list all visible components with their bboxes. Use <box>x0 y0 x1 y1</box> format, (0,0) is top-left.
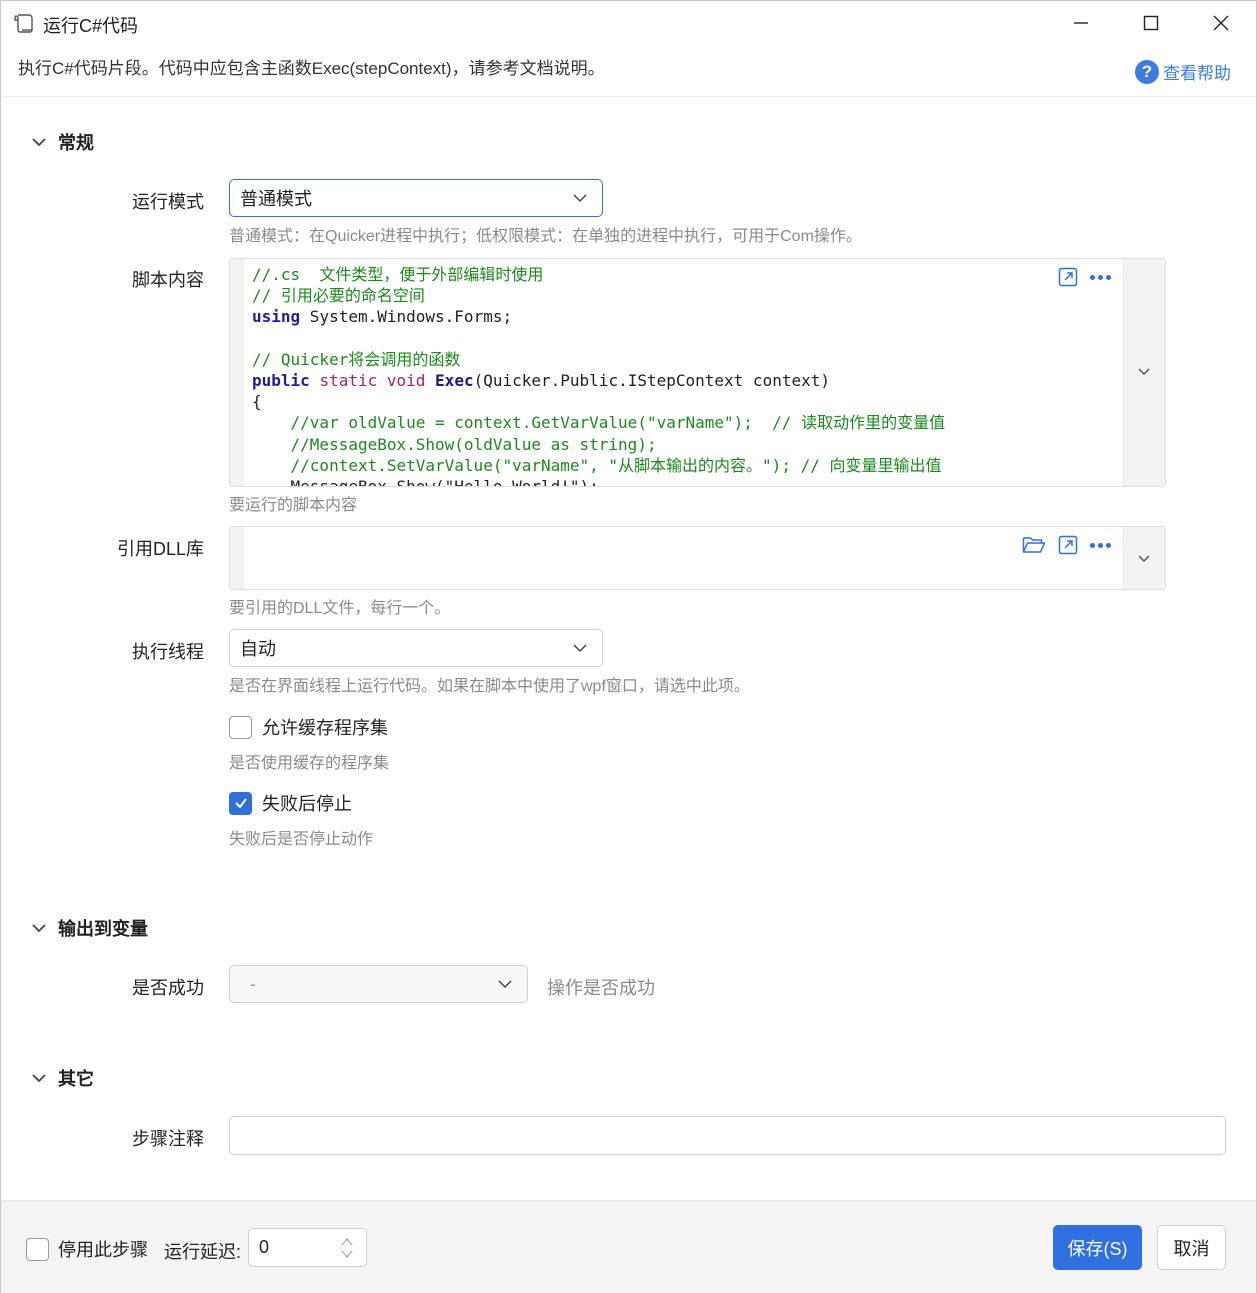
help-label: 查看帮助 <box>1163 64 1231 83</box>
code-line-2: // 引用必要的命名空间 <box>252 286 425 306</box>
editor-expand-panel[interactable] <box>1123 259 1165 486</box>
folder-open-icon[interactable] <box>1022 535 1046 555</box>
code-line-5: // Quicker将会调用的函数 <box>252 349 461 369</box>
cache-checkbox-row[interactable]: 允许缓存程序集 <box>229 714 388 740</box>
spinner-arrows-icon[interactable] <box>340 1235 354 1261</box>
chevron-down-icon <box>573 644 587 653</box>
dll-gutter <box>230 527 244 589</box>
editor-gutter <box>230 259 244 486</box>
code-line-6: public static void Exec(Quicker.Public.I… <box>252 371 830 391</box>
action-description: 执行C#代码片段。代码中应包含主函数Exec(stepContext)，请参考文… <box>18 59 605 78</box>
code-line-3: using System.Windows.Forms; <box>252 307 513 327</box>
checkmark-icon <box>234 798 247 809</box>
help-link[interactable]: ? 查看帮助 <box>1135 59 1231 84</box>
minimize-button[interactable] <box>1046 1 1116 45</box>
description-bar: 执行C#代码片段。代码中应包含主函数Exec(stepContext)，请参考文… <box>1 45 1256 97</box>
dll-input[interactable] <box>229 526 1166 590</box>
more-options-icon[interactable] <box>1090 542 1111 548</box>
stop-on-fail-row[interactable]: 失败后停止 <box>229 790 352 816</box>
dll-expand-panel[interactable] <box>1123 527 1165 589</box>
thread-label: 执行线程 <box>132 642 204 662</box>
section-other-title: 其它 <box>58 1069 94 1089</box>
run-mode-value: 普通模式 <box>240 189 312 209</box>
chevron-down-icon <box>32 138 46 147</box>
window-title: 运行C#代码 <box>43 16 139 36</box>
minimize-icon <box>1074 22 1088 24</box>
save-button[interactable]: 保存(S) <box>1053 1225 1142 1270</box>
close-icon <box>1213 15 1229 31</box>
success-hint: 操作是否成功 <box>547 978 655 998</box>
script-editor[interactable]: //.cs 文件类型，便于外部编辑时使用 // 引用必要的命名空间 using … <box>229 258 1166 487</box>
run-mode-hint: 普通模式：在Quicker进程中执行；低权限模式：在单独的进程中执行，可用于Co… <box>229 228 862 245</box>
code-line-1: //.cs 文件类型，便于外部编辑时使用 <box>252 265 544 284</box>
stop-on-fail-label: 失败后停止 <box>262 794 352 814</box>
section-output-title: 输出到变量 <box>58 919 148 939</box>
run-mode-label: 运行模式 <box>132 192 204 212</box>
dll-label: 引用DLL库 <box>116 539 204 559</box>
script-label: 脚本内容 <box>132 270 204 290</box>
footer-bar: 停用此步骤 运行延迟: 0 保存(S) 取消 <box>1 1200 1256 1293</box>
success-label: 是否成功 <box>132 978 204 998</box>
chevron-down-icon <box>32 924 46 933</box>
code-line-7: { <box>252 392 262 412</box>
maximize-icon <box>1143 15 1159 31</box>
chevron-down-icon <box>498 980 512 989</box>
chevron-down-icon <box>1138 368 1150 376</box>
delay-label: 运行延迟: <box>164 1242 242 1262</box>
note-input[interactable] <box>229 1116 1226 1155</box>
note-label: 步骤注释 <box>132 1129 204 1149</box>
thread-value: 自动 <box>240 639 276 659</box>
code-line-9: //MessageBox.Show(oldValue as string); <box>252 434 657 454</box>
cache-checkbox[interactable] <box>229 715 252 739</box>
dll-toolbar <box>1022 535 1111 555</box>
script-code[interactable]: //.cs 文件类型，便于外部编辑时使用 // 引用必要的命名空间 using … <box>252 264 946 487</box>
script-toolbar <box>1058 267 1111 287</box>
close-button[interactable] <box>1186 1 1256 45</box>
stop-on-fail-checkbox[interactable] <box>229 791 252 815</box>
section-general-title: 常规 <box>58 133 94 153</box>
open-external-icon[interactable] <box>1058 267 1078 287</box>
script-hint: 要运行的脚本内容 <box>229 497 358 514</box>
thread-select[interactable]: 自动 <box>229 629 603 667</box>
code-line-10: //context.SetVarValue("varName", "从脚本输出的… <box>252 455 942 475</box>
disable-step-label: 停用此步骤 <box>58 1240 148 1260</box>
open-external-icon[interactable] <box>1058 535 1078 555</box>
section-other-header[interactable]: 其它 <box>30 1065 94 1091</box>
cancel-button[interactable]: 取消 <box>1157 1225 1226 1270</box>
title-bar: 运行C#代码 <box>1 1 1256 45</box>
dialog-window: 运行C#代码 执行C#代码片段。代码中应包含主函数Exec(stepContex… <box>0 0 1257 1293</box>
maximize-button[interactable] <box>1116 1 1186 45</box>
code-line-11: MessageBox.Show("Hello World!"); <box>252 477 599 487</box>
chevron-down-icon <box>32 1074 46 1083</box>
disable-step-checkbox[interactable] <box>26 1237 49 1261</box>
thread-hint: 是否在界面线程上运行代码。如果在脚本中使用了wpf窗口，请选中此项。 <box>229 678 750 695</box>
disable-step-row[interactable]: 停用此步骤 <box>26 1236 148 1262</box>
chevron-down-icon <box>573 194 587 203</box>
delay-value: 0 <box>259 1237 270 1257</box>
cache-label: 允许缓存程序集 <box>262 718 388 738</box>
success-value: - <box>250 973 256 994</box>
cache-hint: 是否使用缓存的程序集 <box>229 755 390 772</box>
dll-hint: 要引用的DLL文件，每行一个。 <box>229 600 451 617</box>
chevron-down-icon <box>1138 555 1150 563</box>
success-variable-select[interactable]: - <box>229 965 528 1003</box>
delay-input[interactable]: 0 <box>248 1228 367 1267</box>
stop-on-fail-hint: 失败后是否停止动作 <box>229 831 374 848</box>
section-output-header[interactable]: 输出到变量 <box>30 915 148 941</box>
help-icon: ? <box>1135 59 1159 84</box>
more-options-icon[interactable] <box>1090 274 1111 280</box>
code-line-8: //var oldValue = context.GetVarValue("va… <box>252 413 946 433</box>
run-mode-select[interactable]: 普通模式 <box>229 179 603 217</box>
section-general-header[interactable]: 常规 <box>30 129 94 155</box>
script-icon <box>14 14 33 33</box>
